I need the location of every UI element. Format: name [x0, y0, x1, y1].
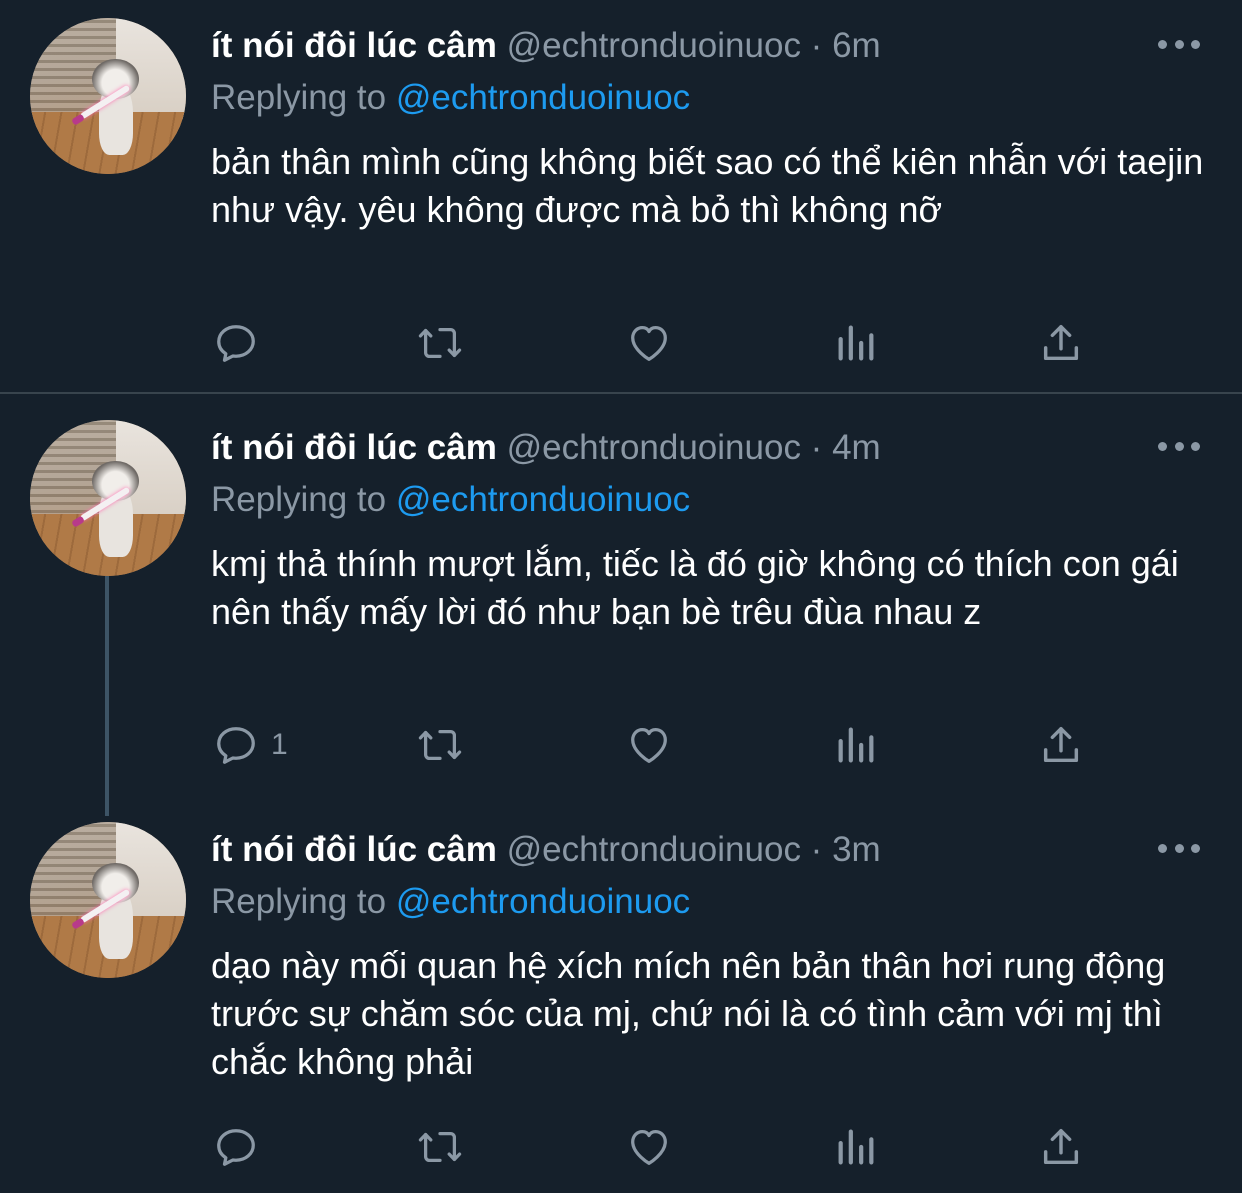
retweet-button[interactable] [417, 720, 463, 770]
like-button[interactable] [626, 1122, 672, 1172]
reply-count: 1 [271, 728, 288, 761]
analytics-icon [838, 325, 874, 361]
avatar[interactable] [30, 822, 186, 978]
replying-prefix: Replying to [211, 882, 396, 921]
display-name[interactable]: ít nói đôi lúc câm [211, 26, 497, 65]
avatar[interactable] [30, 18, 186, 174]
tweet-actions [0, 1122, 1242, 1172]
user-handle[interactable]: @echtronduoinuoc [507, 428, 801, 467]
like-button[interactable] [626, 720, 672, 770]
retweet-icon [418, 1131, 462, 1163]
share-button[interactable] [1038, 318, 1084, 368]
timestamp[interactable]: 3m [832, 830, 881, 869]
replying-to: Replying to @echtronduoinuoc [211, 882, 690, 922]
separator-dot: · [800, 830, 833, 869]
tweet-text: bản thân mình cũng không biết sao có thể… [211, 141, 1204, 230]
share-icon [1043, 726, 1079, 763]
replying-prefix: Replying to [211, 78, 396, 117]
mention-link[interactable]: @echtronduoinuoc [396, 78, 690, 117]
like-icon [631, 728, 667, 763]
reply-icon [217, 1129, 255, 1166]
retweet-icon [418, 729, 462, 761]
separator-dot: · [800, 428, 833, 467]
tweet-actions: 1 [0, 720, 1242, 770]
analytics-icon [838, 727, 874, 763]
retweet-button[interactable] [417, 318, 463, 368]
display-name[interactable]: ít nói đôi lúc câm [211, 830, 497, 869]
replying-to: Replying to @echtronduoinuoc [211, 78, 690, 118]
avatar[interactable] [30, 420, 186, 576]
analytics-button[interactable] [833, 1122, 879, 1172]
share-icon [1043, 324, 1079, 361]
reply-button[interactable]: 1 [213, 720, 288, 770]
display-name[interactable]: ít nói đôi lúc câm [211, 428, 497, 467]
analytics-button[interactable] [833, 720, 879, 770]
more-options-icon[interactable] [1158, 842, 1200, 854]
user-handle[interactable]: @echtronduoinuoc [507, 830, 801, 869]
mention-link[interactable]: @echtronduoinuoc [396, 882, 690, 921]
share-button[interactable] [1038, 1122, 1084, 1172]
reply-button[interactable] [213, 318, 271, 368]
timestamp[interactable]: 4m [832, 428, 881, 467]
tweet[interactable]: ít nói đôi lúc câm @echtronduoinuoc · 3m… [0, 796, 1242, 1193]
tweet-text: dạo này mối quan hệ xích mích nên bản th… [211, 945, 1166, 1082]
like-icon [631, 326, 667, 361]
share-icon [1043, 1128, 1079, 1165]
like-icon [631, 1130, 667, 1165]
share-button[interactable] [1038, 720, 1084, 770]
tweet-header: ít nói đôi lúc câm @echtronduoinuoc · 3m [211, 830, 881, 870]
tweet-actions [0, 318, 1242, 368]
more-options-icon[interactable] [1158, 38, 1200, 50]
more-options-icon[interactable] [1158, 440, 1200, 452]
separator-dot: · [800, 26, 833, 65]
tweet-text: kmj thả thính mượt lắm, tiếc là đó giờ k… [211, 543, 1179, 632]
retweet-button[interactable] [417, 1122, 463, 1172]
reply-icon [217, 325, 255, 362]
reply-icon [217, 727, 255, 764]
tweet-header: ít nói đôi lúc câm @echtronduoinuoc · 4m [211, 428, 881, 468]
analytics-button[interactable] [833, 318, 879, 368]
user-handle[interactable]: @echtronduoinuoc [507, 26, 801, 65]
replying-to: Replying to @echtronduoinuoc [211, 480, 690, 520]
timestamp[interactable]: 6m [832, 26, 881, 65]
replying-prefix: Replying to [211, 480, 396, 519]
mention-link[interactable]: @echtronduoinuoc [396, 480, 690, 519]
tweet[interactable]: ít nói đôi lúc câm @echtronduoinuoc · 6m… [0, 0, 1242, 392]
retweet-icon [418, 327, 462, 359]
analytics-icon [838, 1129, 874, 1165]
tweet-header: ít nói đôi lúc câm @echtronduoinuoc · 6m [211, 26, 881, 66]
tweet[interactable]: ít nói đôi lúc câm @echtronduoinuoc · 4m… [0, 394, 1242, 798]
like-button[interactable] [626, 318, 672, 368]
reply-button[interactable] [213, 1122, 271, 1172]
